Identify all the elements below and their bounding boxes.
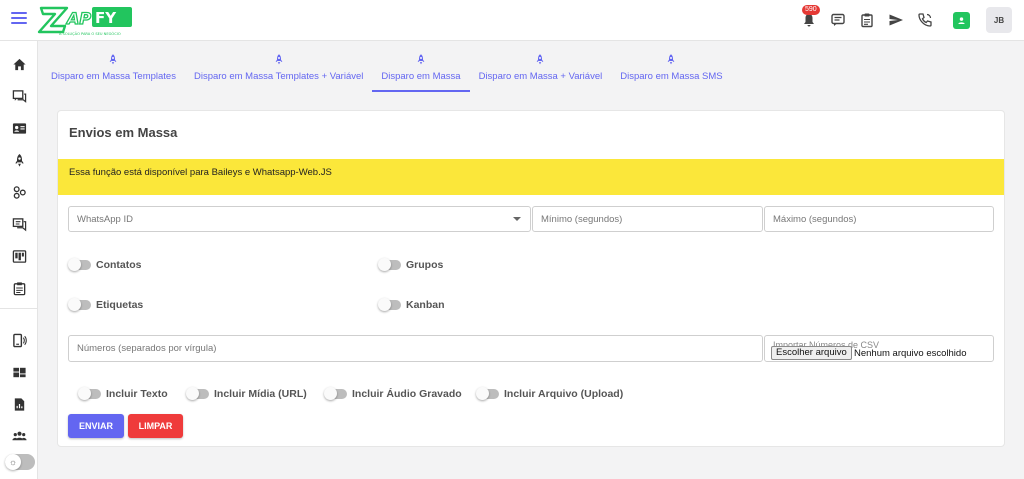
toggle-incluir-audio[interactable]: Incluir Áudio Gravado xyxy=(324,387,462,400)
phone-connect-icon[interactable] xyxy=(10,331,28,349)
rocket-icon xyxy=(537,54,544,65)
tab-label: Disparo em Massa SMS xyxy=(620,71,723,82)
toggle-grupos[interactable]: Grupos xyxy=(378,258,444,271)
numbers-input[interactable]: Números (separados por vírgula) xyxy=(68,335,763,362)
choose-file-button[interactable]: Escolher arquivo xyxy=(771,346,852,360)
svg-text:AP: AP xyxy=(65,9,91,28)
user-avatar[interactable]: JB xyxy=(986,7,1012,33)
toggle-label: Grupos xyxy=(406,259,444,271)
forum-icon[interactable] xyxy=(10,215,28,233)
tab-disparo-em-massa-vari-vel[interactable]: Disparo em Massa + Variável xyxy=(470,50,612,92)
toggle-label: Incluir Áudio Gravado xyxy=(352,388,462,400)
toggle-incluir-midia[interactable]: Incluir Mídia (URL) xyxy=(186,387,307,400)
svg-text:A SOLUÇÃO PARA O SEU NEGÓCIO: A SOLUÇÃO PARA O SEU NEGÓCIO xyxy=(59,31,121,36)
chats-icon[interactable] xyxy=(10,87,28,105)
toggle-contatos[interactable]: Contatos xyxy=(68,258,142,271)
dashboard-icon[interactable] xyxy=(10,363,28,381)
sidebar: ☼ xyxy=(0,41,38,479)
toggle-track xyxy=(78,387,101,400)
users-group-icon[interactable] xyxy=(10,427,28,445)
toggle-label: Kanban xyxy=(406,299,445,311)
warning-banner: Essa função está disponível para Baileys… xyxy=(58,159,1004,195)
rocket-icon[interactable] xyxy=(10,151,28,169)
toggle-track xyxy=(68,298,91,311)
whatsapp-id-select[interactable]: WhatsApp ID xyxy=(68,206,531,232)
toggle-label: Incluir Texto xyxy=(106,388,168,400)
sun-icon: ☼ xyxy=(5,454,21,470)
connections-icon[interactable] xyxy=(10,183,28,201)
tab-label: Disparo em Massa Templates + Variável xyxy=(193,71,364,82)
contact-card-icon[interactable] xyxy=(953,11,970,29)
svg-text:FY: FY xyxy=(95,9,117,27)
send-button[interactable]: ENVIAR xyxy=(68,414,124,438)
contacts-card-icon[interactable] xyxy=(10,119,28,137)
file-status: Nenhum arquivo escolhido xyxy=(854,348,967,359)
reports-icon[interactable] xyxy=(10,395,28,413)
toggle-kanban[interactable]: Kanban xyxy=(378,298,445,311)
send-icon[interactable] xyxy=(886,10,906,30)
card-title: Envios em Massa xyxy=(69,125,178,140)
toggle-track xyxy=(476,387,499,400)
chat-icon[interactable] xyxy=(828,10,848,30)
toggle-incluir-arquivo[interactable]: Incluir Arquivo (Upload) xyxy=(476,387,624,400)
rocket-icon xyxy=(668,54,675,65)
chevron-down-icon xyxy=(513,217,521,221)
tasks-icon[interactable] xyxy=(10,279,28,297)
warning-text: Essa função está disponível para Baileys… xyxy=(69,167,332,178)
mass-send-card: Envios em Massa Essa função está disponí… xyxy=(57,110,1005,447)
tab-disparo-em-massa-sms[interactable]: Disparo em Massa SMS xyxy=(611,50,731,92)
tab-disparo-em-massa-templates-vari-vel[interactable]: Disparo em Massa Templates + Variável xyxy=(185,50,372,92)
toggle-label: Incluir Mídia (URL) xyxy=(214,388,307,400)
toggle-track xyxy=(68,258,91,271)
toggle-etiquetas[interactable]: Etiquetas xyxy=(68,298,144,311)
home-icon[interactable] xyxy=(10,55,28,73)
clear-button[interactable]: LIMPAR xyxy=(128,414,183,438)
toggle-track xyxy=(186,387,209,400)
kanban-board-icon[interactable] xyxy=(10,247,28,265)
theme-toggle[interactable]: ☼ xyxy=(5,454,35,470)
menu-icon[interactable] xyxy=(11,12,27,26)
rocket-icon xyxy=(417,54,425,65)
tab-label: Disparo em Massa Templates xyxy=(51,71,176,82)
toggle-label: Contatos xyxy=(96,259,142,271)
tab-disparo-em-massa[interactable]: Disparo em Massa xyxy=(372,50,470,92)
min-seconds-input[interactable]: Mínimo (segundos) xyxy=(532,206,763,232)
toggle-track xyxy=(324,387,347,400)
max-seconds-input[interactable]: Máximo (segundos) xyxy=(764,206,994,232)
rocket-icon xyxy=(275,54,283,65)
csv-file-input: Importar Números de CSV Escolher arquivo… xyxy=(764,335,994,362)
tabs-bar: Disparo em Massa Templates Disparo em Mas… xyxy=(42,50,732,92)
clipboard-icon[interactable] xyxy=(857,10,877,30)
whatsapp-id-placeholder: WhatsApp ID xyxy=(77,213,133,225)
tab-label: Disparo em Massa xyxy=(381,71,461,82)
numbers-placeholder: Números (separados por vírgula) xyxy=(77,343,217,354)
tab-disparo-em-massa-templates[interactable]: Disparo em Massa Templates xyxy=(42,50,185,92)
top-bar: AP FY A SOLUÇÃO PARA O SEU NEGÓCIO 590 J… xyxy=(0,0,1024,41)
phone-icon[interactable] xyxy=(915,10,935,30)
toggle-track xyxy=(378,298,401,311)
toggle-label: Incluir Arquivo (Upload) xyxy=(504,388,624,400)
tab-label: Disparo em Massa + Variável xyxy=(478,71,603,82)
rocket-icon xyxy=(110,54,117,65)
sidebar-divider xyxy=(0,308,38,309)
toggle-incluir-texto[interactable]: Incluir Texto xyxy=(78,387,168,400)
toggle-track xyxy=(378,258,401,271)
logo: AP FY A SOLUÇÃO PARA O SEU NEGÓCIO xyxy=(37,2,135,38)
notifications-badge: 590 xyxy=(802,5,820,15)
min-seconds-placeholder: Mínimo (segundos) xyxy=(541,213,623,225)
notifications-icon[interactable]: 590 xyxy=(799,5,820,30)
max-seconds-placeholder: Máximo (segundos) xyxy=(773,213,857,225)
toggle-label: Etiquetas xyxy=(96,299,144,311)
